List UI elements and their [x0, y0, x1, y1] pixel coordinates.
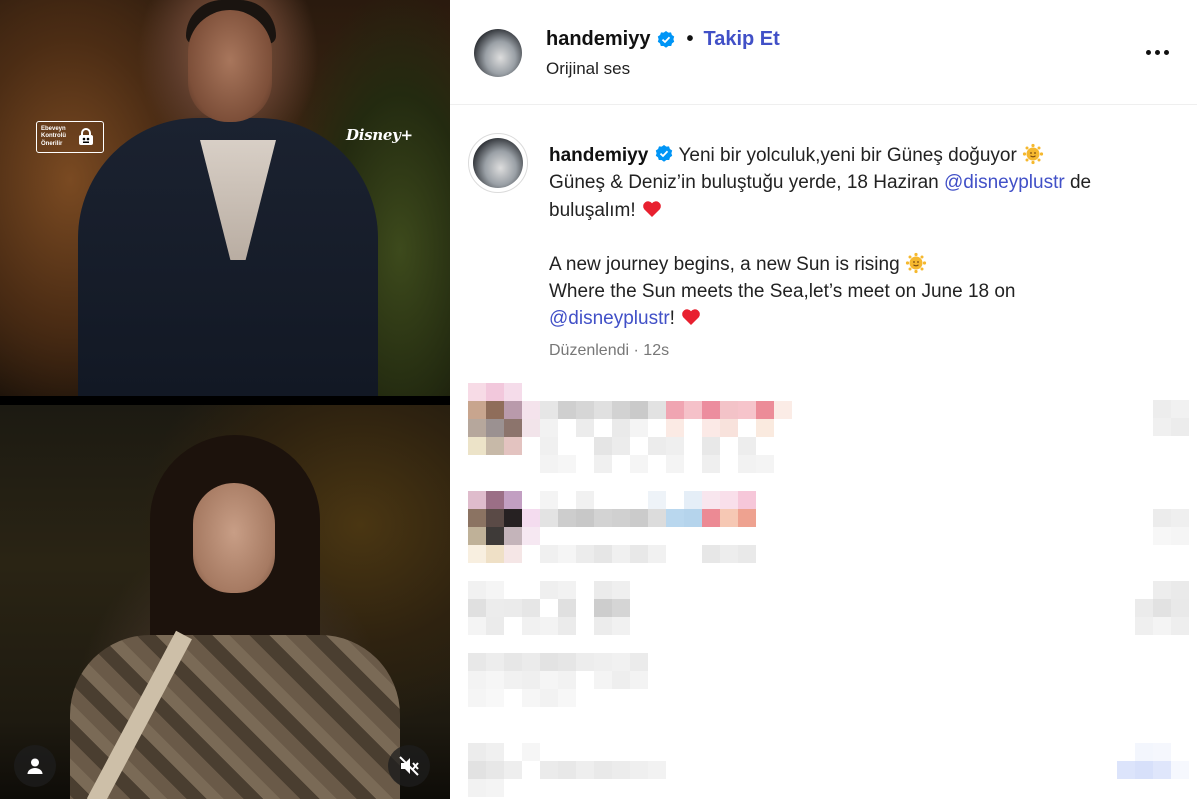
blurred-comment	[468, 581, 668, 635]
post-meta: Düzenlendi · 12s	[549, 342, 669, 360]
caption-line: Yeni bir yolculuk,yeni bir Güneş doğuyor	[678, 145, 1017, 166]
disney-plus-logo: Disney+	[346, 126, 413, 144]
video-frame-top	[0, 0, 450, 396]
caption-author-avatar[interactable]	[473, 138, 523, 188]
header-separator: •	[686, 28, 694, 50]
meta-separator: ·	[633, 342, 639, 359]
reel-video[interactable]: Ebeveyn Kontrolü Önerilir Disney+	[0, 0, 450, 799]
red-heart-icon	[680, 306, 702, 328]
rating-badge-text: Ebeveyn Kontrolü Önerilir	[41, 125, 66, 147]
lock-icon	[77, 128, 95, 146]
verified-badge-icon	[656, 30, 676, 50]
blurred-comment-like	[1135, 581, 1189, 635]
author-username[interactable]: handemiyy	[546, 28, 650, 51]
mute-toggle-button[interactable]	[388, 745, 430, 787]
blurred-comment-like	[1153, 509, 1189, 545]
caption-line: Where the Sun meets the Sea,let’s meet o…	[549, 281, 1016, 303]
post-caption: handemiyy Yeni bir yolculuk,yeni bir Gün…	[549, 142, 1169, 333]
blurred-comment	[468, 383, 798, 473]
blurred-comment-like	[1117, 743, 1189, 797]
caption-line: Güneş & Deniz’in buluştuğu yerde, 18 Haz…	[549, 172, 939, 194]
user-icon	[26, 757, 44, 775]
frame-divider	[0, 396, 450, 405]
mention-link[interactable]: @disneyplustr	[549, 308, 670, 329]
muted-speaker-icon	[398, 755, 420, 777]
blurred-comment	[468, 491, 798, 563]
post-header: handemiyy • Takip Et Orijinal ses	[450, 0, 1197, 105]
caption-line: A new journey begins, a new Sun is risin…	[549, 253, 900, 275]
follow-button[interactable]: Takip Et	[704, 28, 780, 51]
audio-label[interactable]: Orijinal ses	[546, 59, 630, 79]
more-horizontal-icon	[1145, 49, 1151, 55]
blurred-comment	[468, 743, 668, 797]
smiling-sun-icon	[1022, 143, 1044, 165]
post-sidebar: handemiyy • Takip Et Orijinal ses handem…	[450, 0, 1197, 799]
mention-link[interactable]: @disneyplustr	[944, 172, 1065, 193]
blurred-comment-like	[1153, 400, 1189, 436]
author-avatar[interactable]	[474, 29, 522, 77]
verified-badge-icon	[654, 144, 674, 164]
caption-username[interactable]: handemiyy	[549, 145, 648, 166]
blurred-comment	[468, 653, 668, 707]
caption-line: !	[669, 308, 675, 330]
timestamp[interactable]: 12s	[643, 342, 669, 359]
parental-rating-badge: Ebeveyn Kontrolü Önerilir	[36, 121, 104, 153]
red-heart-icon	[641, 198, 663, 220]
tagged-users-button[interactable]	[14, 745, 56, 787]
more-options-button[interactable]	[1142, 37, 1172, 67]
edited-label: Düzenlendi	[549, 342, 630, 359]
smiling-sun-icon	[905, 252, 927, 274]
video-frame-bottom	[0, 405, 450, 799]
